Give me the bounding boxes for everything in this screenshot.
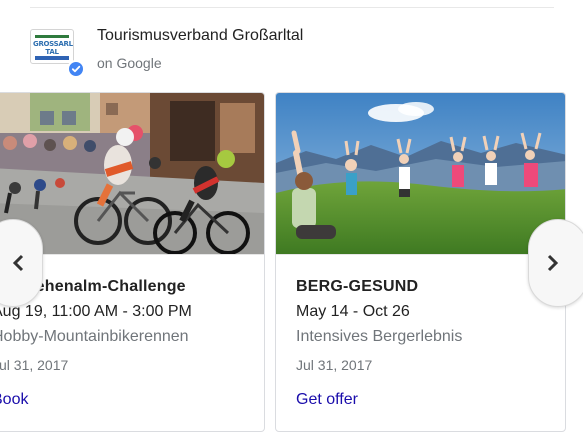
verified-check-icon [67,60,85,78]
carousel-next-button[interactable] [528,219,583,307]
mountain-bike-race-photo [0,93,264,254]
post-dates: Aug 19, 11:00 AM - 3:00 PM [0,303,192,320]
post-title[interactable]: BERG-GESUND [296,278,418,296]
logo-wordmark: GROSSARL TAL [33,40,73,56]
get-offer-link[interactable]: Get offer [296,391,358,409]
post-date-posted: Jul 31, 2017 [296,357,373,373]
post-dates: May 14 - Oct 26 [296,303,410,320]
post-card-body: BERG-GESUND May 14 - Oct 26 Intensives B… [276,254,565,431]
business-source: on Google [97,55,162,71]
posts-carousel: Looslehenalm-Challenge Aug 19, 11:00 AM … [0,92,583,441]
mountain-yoga-photo [276,93,565,254]
business-header: GROSSARL TAL Tourismusverband Großarltal … [30,23,550,79]
post-card[interactable]: BERG-GESUND May 14 - Oct 26 Intensives B… [275,92,566,432]
business-name[interactable]: Tourismusverband Großarltal [97,27,303,45]
logo-bottom-band [35,56,69,60]
post-date-posted: Jul 31, 2017 [0,357,69,373]
carousel-prev-button[interactable] [0,219,43,307]
post-description: Hobby-Mountainbikerennen [0,328,189,345]
chevron-right-icon [547,254,559,272]
top-divider [30,7,554,8]
chevron-left-icon [12,254,24,272]
business-logo[interactable]: GROSSARL TAL [30,29,85,78]
book-link[interactable]: Book [0,391,28,409]
post-description: Intensives Bergerlebnis [296,328,463,345]
logo-top-band [35,35,69,38]
